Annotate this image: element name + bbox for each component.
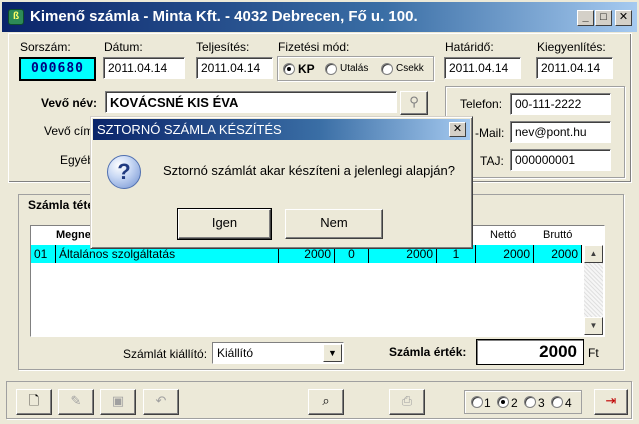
teljesites-label: Teljesítés: [196,40,250,54]
undo-button[interactable]: ↶ [143,389,179,415]
sorszam-label: Sorszám: [20,40,71,54]
col-header-brutto: Bruttó [543,229,573,241]
egyeb-label: Egyéb [60,153,95,167]
row-num-cell[interactable]: 01 [31,245,56,263]
scroll-up-button[interactable]: ▲ [584,245,603,263]
payment-kp-label: KP [298,62,315,76]
no-button[interactable]: Nem [285,209,383,239]
print-preview-icon: ⌕ [322,393,330,408]
close-button[interactable]: ✕ [615,10,632,26]
title-bar: ß Kimenő számla - Minta Kft. - 4032 Debr… [2,2,637,32]
items-section-label: Számla téte [28,198,95,212]
page-radio-2[interactable] [497,396,509,408]
page-radio-group: 1 2 3 4 [464,390,582,414]
new-document-icon: 🗋 [28,393,40,408]
edit-icon: ✎ [70,393,82,408]
storno-dialog: SZTORNÓ SZÁMLA KÉSZÍTÉS ✕ ? Sztornó szám… [90,116,473,249]
kiegyenlites-label: Kiegyenlítés: [537,40,606,54]
edit-button[interactable]: ✎ [58,389,94,415]
col-header-netto: Nettó [490,229,517,241]
telefon-field[interactable]: 00-111-2222 [510,93,611,115]
email-label: -Mail: [475,126,505,140]
page-2-label: 2 [511,396,518,410]
kiallito-label: Számlát kiállító: [123,347,208,361]
row-brutto-cell[interactable]: 2000 [534,245,582,263]
telefon-label: Telefon: [460,97,503,111]
szamla-ertek-label: Számla érték: [389,345,467,359]
hatarido-field[interactable]: 2011.04.14 [444,57,521,79]
page-radio-3[interactable] [524,396,536,408]
dialog-message: Sztornó számlát akar készíteni a jelenle… [163,163,455,178]
app-icon: ß [8,9,24,25]
currency-label: Ft [588,346,599,360]
payment-utalas-label: Utalás [340,63,369,74]
exit-button[interactable]: ⇥ [594,389,628,415]
items-scrollbar[interactable]: ▲ ▼ [584,245,603,335]
col-header-megnevezes: Megne [56,229,91,241]
chevron-down-icon[interactable]: ▼ [323,344,342,362]
dialog-title: SZTORNÓ SZÁMLA KÉSZÍTÉS [97,122,282,137]
szamla-ertek-field: 2000 [476,339,584,365]
customer-lookup-icon: ⚲ [409,94,419,109]
datum-field[interactable]: 2011.04.14 [103,57,185,79]
page-radio-4[interactable] [551,396,563,408]
customer-lookup-button[interactable]: ⚲ [400,91,428,115]
kiegyenlites-field[interactable]: 2011.04.14 [536,57,613,79]
question-icon: ? [107,155,141,189]
email-field[interactable]: nev@pont.hu [510,121,611,143]
kiallito-value: Kiállító [217,346,254,360]
page-radio-1[interactable] [471,396,483,408]
save-icon: ▣ [111,393,125,408]
vevo-cim-label: Vevő cím [44,124,94,138]
kiallito-select[interactable]: Kiállító ▼ [212,342,344,364]
vevo-nev-field[interactable]: KOVÁCSNÉ KIS ÉVA [105,91,397,113]
vevo-nev-label: Vevő név: [41,96,98,110]
save-button[interactable]: ▣ [100,389,136,415]
print-icon: ⎙ [401,393,413,408]
taj-field[interactable]: 000000001 [510,149,611,171]
minimize-button[interactable]: _ [577,10,594,26]
row-netto-cell[interactable]: 2000 [476,245,534,263]
scroll-down-button[interactable]: ▼ [584,317,603,335]
payment-method-group: KP Utalás Csekk [277,56,434,81]
window-title: Kimenő számla - Minta Kft. - 4032 Debrec… [30,8,418,25]
hatarido-label: Határidő: [445,40,494,54]
yes-button[interactable]: Igen [177,208,272,240]
print-preview-button[interactable]: ⌕ [308,389,344,415]
page-3-label: 3 [538,396,545,410]
datum-label: Dátum: [104,40,143,54]
dialog-title-bar: SZTORNÓ SZÁMLA KÉSZÍTÉS ✕ [93,119,470,140]
sorszam-field: 000680 [19,57,96,81]
taj-label: TAJ: [480,154,504,168]
teljesites-field[interactable]: 2011.04.14 [196,57,273,79]
payment-radio-utalas[interactable] [325,63,337,75]
print-button[interactable]: ⎙ [389,389,425,415]
payment-csekk-label: Csekk [396,63,424,74]
payment-radio-kp[interactable] [283,63,295,75]
dialog-close-button[interactable]: ✕ [449,122,466,137]
exit-icon: ⇥ [605,393,617,408]
page-1-label: 1 [484,396,491,410]
page-4-label: 4 [565,396,572,410]
main-window: ß Kimenő számla - Minta Kft. - 4032 Debr… [0,0,639,424]
new-document-button[interactable]: 🗋 [16,389,52,415]
fizetesi-mod-label: Fizetési mód: [278,40,350,54]
undo-icon: ↶ [155,393,167,408]
maximize-button[interactable]: □ [595,10,612,26]
payment-radio-csekk[interactable] [381,63,393,75]
